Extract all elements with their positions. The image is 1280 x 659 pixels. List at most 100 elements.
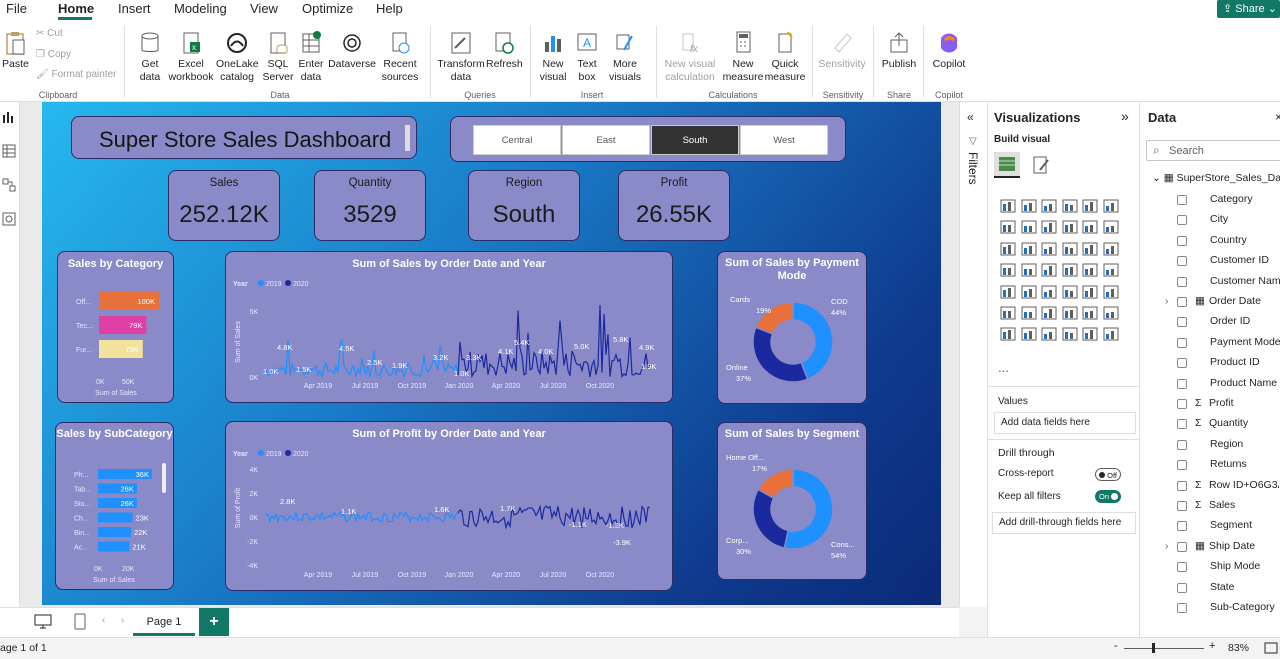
table-node[interactable]: ⌄ ▦ SuperStore_Sales_Dat... [1152, 172, 1280, 184]
arcgis-visual-icon[interactable] [1041, 262, 1059, 280]
fit-to-page-icon[interactable] [1264, 642, 1278, 654]
filled-map-visual-icon[interactable] [1000, 262, 1018, 280]
data-field-item[interactable]: Product ID [1210, 356, 1260, 368]
menu-home[interactable]: Home [58, 1, 94, 16]
new-visual-button[interactable]: New visual [538, 30, 568, 84]
waterfall-visual-icon[interactable] [1103, 219, 1121, 237]
paste-button[interactable]: Paste [2, 30, 29, 71]
data-field-item[interactable]: City [1210, 213, 1228, 225]
field-checkbox[interactable] [1177, 480, 1187, 491]
paginated-visual-icon[interactable] [1082, 305, 1100, 323]
excel-button[interactable]: x Excel workbook [168, 30, 214, 84]
data-field-item[interactable]: Customer Name [1210, 275, 1280, 287]
area-visual-icon[interactable] [1021, 219, 1039, 237]
chevron-right-icon[interactable]: › [1165, 541, 1168, 552]
prev-page-icon[interactable]: ‹ [102, 615, 105, 626]
line-visual-icon[interactable] [1000, 219, 1018, 237]
chevron-visual-icon[interactable] [1103, 326, 1121, 344]
zoom-slider[interactable] [1124, 648, 1204, 649]
donut-visual-icon[interactable] [1062, 241, 1080, 259]
data-field-item[interactable]: Ship Date [1209, 540, 1255, 552]
expand-icon[interactable]: » [1121, 108, 1129, 124]
field-checkbox[interactable] [1177, 399, 1187, 409]
stacked-area-visual-icon[interactable] [1041, 219, 1059, 237]
filters-pane[interactable]: « ▽ Filters [959, 102, 987, 607]
drill-through-well[interactable]: Add drill-through fields here [992, 512, 1136, 534]
multi-row-card-visual-icon[interactable] [1103, 262, 1121, 280]
key-influencers-visual-icon[interactable] [1000, 305, 1018, 323]
treemap-visual-icon[interactable] [1082, 241, 1100, 259]
field-checkbox[interactable] [1177, 297, 1187, 307]
menu-help[interactable]: Help [376, 1, 403, 16]
field-checkbox[interactable] [1177, 541, 1187, 552]
field-checkbox[interactable] [1177, 317, 1187, 328]
data-field-item[interactable]: Sub-Category [1210, 601, 1275, 613]
data-field-item[interactable]: Profit [1209, 397, 1234, 409]
card-visual-icon[interactable] [1082, 262, 1100, 280]
publish-button[interactable]: Publish [880, 30, 918, 71]
format-visual-tab[interactable] [1028, 152, 1054, 178]
transform-data-button[interactable]: Transform data [436, 30, 486, 84]
data-field-item[interactable]: Segment [1210, 519, 1252, 531]
stacked-column-visual-icon[interactable] [1021, 198, 1039, 216]
menu-modeling[interactable]: Modeling [174, 1, 227, 16]
share-button[interactable]: ⇪ Share ⌄ [1217, 0, 1280, 18]
qa-visual-icon[interactable] [1041, 305, 1059, 323]
decomposition-visual-icon[interactable] [1021, 305, 1039, 323]
search-field[interactable]: ⌕ Search [1146, 140, 1280, 161]
azure-map-visual-icon[interactable] [1021, 262, 1039, 280]
close-icon[interactable]: × [1275, 110, 1280, 124]
sales-by-subcategory-chart[interactable]: Sales by SubCategory Ph... 36K Tab... 26K St… [55, 422, 174, 590]
model-view-icon[interactable] [2, 178, 16, 192]
data-field-item[interactable]: Order Date [1209, 295, 1261, 307]
100-bar-visual-icon[interactable] [1082, 198, 1100, 216]
slicer-visual-icon[interactable] [1021, 284, 1039, 302]
smart-narrative-visual-icon[interactable] [1062, 305, 1080, 323]
data-field-item[interactable]: Quantity [1209, 417, 1248, 429]
funnel-visual-icon[interactable] [1000, 241, 1018, 259]
enter-data-button[interactable]: Enter data [296, 30, 326, 84]
get-data-button[interactable]: Get data [134, 30, 166, 84]
data-field-item[interactable]: Payment Mode [1210, 336, 1280, 348]
kpi-visual-icon[interactable] [1000, 284, 1018, 302]
sql-server-button[interactable]: SQL Server [262, 30, 294, 84]
data-field-item[interactable]: Country [1210, 234, 1247, 246]
slicer-west[interactable]: West [740, 125, 828, 155]
kpi-profit-card[interactable]: Profit 26.55K [618, 170, 730, 241]
desktop-layout-icon[interactable] [34, 614, 52, 630]
sales-line-chart[interactable]: Sum of Sales by Order Date and Year Year… [225, 251, 673, 403]
diamond-visual-icon[interactable] [1082, 326, 1100, 344]
field-checkbox[interactable] [1177, 195, 1187, 205]
chevron-right-icon[interactable]: › [1165, 296, 1168, 307]
collapse-filters-icon[interactable]: « [967, 110, 974, 124]
report-view-icon[interactable] [2, 110, 16, 124]
field-checkbox[interactable] [1177, 378, 1187, 389]
field-checkbox[interactable] [1177, 419, 1187, 430]
data-field-item[interactable]: State [1210, 581, 1235, 593]
field-checkbox[interactable] [1177, 521, 1187, 532]
scatter-visual-icon[interactable] [1021, 241, 1039, 259]
power-automate-visual-icon[interactable] [1041, 326, 1059, 344]
data-field-item[interactable]: Order ID [1210, 315, 1250, 327]
slicer-south[interactable]: South [651, 125, 739, 155]
field-checkbox[interactable] [1177, 582, 1187, 593]
slicer-central[interactable]: Central [473, 125, 561, 155]
build-visual-tab[interactable] [994, 152, 1020, 178]
clustered-column-visual-icon[interactable] [1062, 198, 1080, 216]
copy-button[interactable]: ❐ Copy [36, 49, 71, 60]
kpi-region-card[interactable]: Region South [468, 170, 580, 241]
pie-visual-icon[interactable] [1041, 241, 1059, 259]
stacked-bar-visual-icon[interactable] [1000, 198, 1018, 216]
add-page-button[interactable]: + [199, 608, 229, 636]
tab-page-1[interactable]: Page 1 [133, 608, 195, 636]
new-measure-button[interactable]: New measure [722, 30, 764, 84]
refresh-button[interactable]: Refresh [486, 30, 523, 71]
dataverse-button[interactable]: Dataverse [328, 30, 376, 71]
field-checkbox[interactable] [1177, 358, 1187, 369]
power-apps-visual-icon[interactable] [1021, 326, 1039, 344]
data-field-item[interactable]: Product Name [1210, 377, 1277, 389]
keep-filters-toggle[interactable]: On [1095, 490, 1121, 503]
values-well[interactable]: Add data fields here [994, 412, 1136, 434]
sales-by-category-chart[interactable]: Sales by Category Off... 100K Tec... 79K Fur… [57, 251, 174, 403]
matrix-visual-icon[interactable] [1062, 284, 1080, 302]
